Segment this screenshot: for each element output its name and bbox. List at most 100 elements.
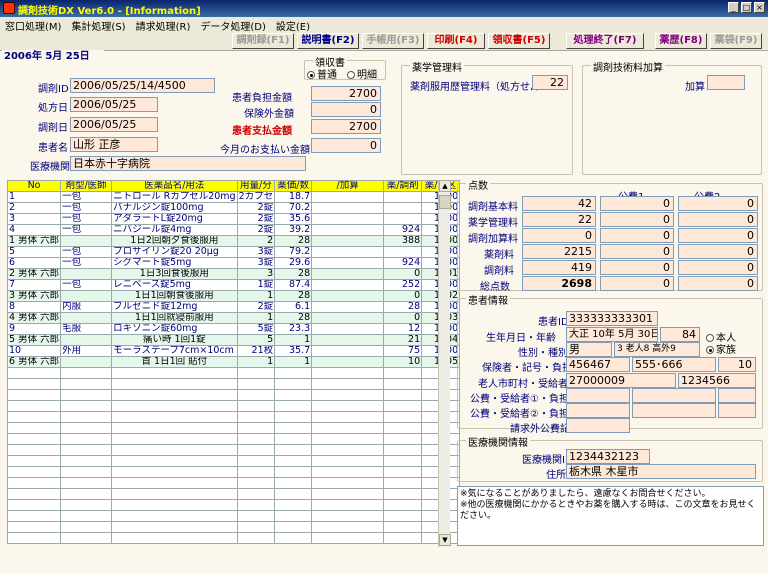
receipt-opt-detail[interactable]: 明細 <box>347 66 377 81</box>
empty-row[interactable] <box>6 367 461 379</box>
medicine-bag-button[interactable]: 薬袋(F9) <box>710 33 762 49</box>
pub1-field[interactable] <box>566 388 630 403</box>
points-pub2[interactable]: 0 <box>678 196 758 211</box>
table-row[interactable]: 3 男体 六郎1日1回朝食後服用12801502 <box>6 290 461 302</box>
scroll-down-icon[interactable]: ▼ <box>439 534 451 546</box>
pub1-burden-field[interactable] <box>718 388 756 403</box>
table-row[interactable]: 7一包レニベース錠5mg1錠87.42521000 <box>6 279 461 291</box>
points-value[interactable]: 42 <box>522 196 596 211</box>
points-pub1[interactable]: 0 <box>600 196 674 211</box>
sex-field[interactable]: 男 <box>566 342 612 357</box>
rx-table-scrollbar[interactable]: ▲ ▼ <box>438 180 451 547</box>
empty-row[interactable] <box>6 455 461 467</box>
kind-field[interactable]: 3 老人8 高外9 <box>614 342 700 357</box>
table-row[interactable]: 4 男体 六郎1日1回就寝前服用12801203 <box>6 312 461 324</box>
table-row[interactable]: 1 男体 六郎1日2回朝夕食後服用2283881500 <box>6 235 461 247</box>
table-row[interactable]: 3一包アダラートL錠20mg2錠35.61000 <box>6 213 461 225</box>
rx-date-field[interactable]: 2006/05/25 <box>70 97 158 112</box>
insurer-field[interactable]: 456467 <box>566 357 630 372</box>
points-pub1[interactable]: 0 <box>600 276 674 291</box>
inst-addr-field[interactable]: 栃木県 木星市 <box>566 464 756 479</box>
col-add[interactable]: /加算 <box>311 180 385 192</box>
table-row[interactable]: 6一包シグマート錠5mg3錠29.69241000 <box>6 257 461 269</box>
dispense-record-button[interactable]: 調剤録(F1) <box>232 33 294 49</box>
table-row[interactable]: 1一包ニトロール Rカプセル20mg2カプセ18.71000 <box>6 191 461 203</box>
scroll-thumb[interactable] <box>439 195 451 209</box>
dob-field[interactable]: 大正 10年 5月 30日 <box>566 327 658 342</box>
empty-row[interactable] <box>6 400 461 412</box>
scroll-up-icon[interactable]: ▲ <box>439 180 451 192</box>
burden-field[interactable]: 2700 <box>311 86 381 101</box>
points-pub2[interactable]: 0 <box>678 212 758 227</box>
extra-pub-field[interactable] <box>566 418 630 433</box>
pub1-rec-field[interactable] <box>632 388 716 403</box>
empty-row[interactable] <box>6 466 461 478</box>
table-row[interactable]: 4一包ニバジール錠4mg2錠39.29241000 <box>6 224 461 236</box>
points-pub1[interactable]: 0 <box>600 244 674 259</box>
receipt-opt-normal[interactable]: 普通 <box>307 66 337 81</box>
empty-row[interactable] <box>6 477 461 489</box>
empty-row[interactable] <box>6 444 461 456</box>
empty-row[interactable] <box>6 378 461 390</box>
col-form[interactable]: 剤型/医師 <box>60 180 113 192</box>
points-value[interactable]: 2698 <box>522 276 596 291</box>
col-dose[interactable]: 用量/分 <box>236 180 276 192</box>
table-row[interactable]: 9毛服ロキソニン錠60mg5錠23.3121000 <box>6 323 461 335</box>
empty-row[interactable] <box>6 389 461 401</box>
table-row[interactable]: 5一包プロサイリン錠20 20μg3錠79.21000 <box>6 246 461 258</box>
empty-row[interactable] <box>6 532 461 544</box>
elder-rec-field[interactable]: 1234566 <box>678 373 756 388</box>
col-no[interactable]: No <box>6 180 62 192</box>
pub2-rec-field[interactable] <box>632 403 716 418</box>
points-value[interactable]: 419 <box>522 260 596 275</box>
relation-family[interactable]: 家族 <box>706 341 736 356</box>
empty-row[interactable] <box>6 411 461 423</box>
noninsured-field[interactable]: 0 <box>311 102 381 117</box>
table-row[interactable]: 2一包パナルジン錠100mg2錠70.21000 <box>6 202 461 214</box>
minimize-icon[interactable]: _ <box>728 2 739 13</box>
pub2-field[interactable] <box>566 403 630 418</box>
empty-row[interactable] <box>6 488 461 500</box>
empty-row[interactable] <box>6 433 461 445</box>
points-pub1[interactable]: 0 <box>600 228 674 243</box>
pay-field[interactable]: 2700 <box>311 119 381 134</box>
points-pub1[interactable]: 0 <box>600 260 674 275</box>
empty-row[interactable] <box>6 521 461 533</box>
points-pub2[interactable]: 0 <box>678 228 758 243</box>
elder-town-field[interactable]: 27000009 <box>566 373 676 388</box>
empty-row[interactable] <box>6 499 461 511</box>
col-fee[interactable]: 薬/調剤 <box>383 180 423 192</box>
points-pub2[interactable]: 0 <box>678 276 758 291</box>
insurer-burden-field[interactable]: 10 <box>718 357 756 372</box>
dispense-id-field[interactable]: 2006/05/25/14/4500 <box>70 78 215 93</box>
finish-button[interactable]: 処理終了(F7) <box>566 33 644 49</box>
inst-id-field[interactable]: 1234432123 <box>566 449 650 464</box>
table-row[interactable]: 2 男体 六郎1日3回食後服用32801501 <box>6 268 461 280</box>
patient-name-field[interactable]: 山形 正彦 <box>70 137 158 152</box>
points-value[interactable]: 2215 <box>522 244 596 259</box>
close-icon[interactable]: × <box>754 2 765 13</box>
dispense-date-field[interactable]: 2006/05/25 <box>70 117 158 132</box>
table-row[interactable]: 5 男体 六郎痛い時 1回1錠51211104 <box>6 334 461 346</box>
add-field[interactable] <box>707 75 745 90</box>
history-mgmt-field[interactable]: 22 <box>532 75 568 90</box>
points-value[interactable]: 0 <box>522 228 596 243</box>
receipt-button[interactable]: 領収書(F5) <box>488 33 550 49</box>
age-field[interactable]: 84 <box>660 327 700 342</box>
empty-row[interactable] <box>6 422 461 434</box>
institution-field[interactable]: 日本赤十字病院 <box>70 156 306 171</box>
patient-id-field[interactable]: 333333333301 <box>566 311 658 326</box>
col-price[interactable]: 薬価/数 <box>274 180 313 192</box>
medication-history-button[interactable]: 薬歴(F8) <box>655 33 707 49</box>
table-row[interactable]: 6 男体 六郎首 1日1回 貼付11101105 <box>6 356 461 368</box>
points-pub1[interactable]: 0 <box>600 212 674 227</box>
maximize-icon[interactable]: □ <box>741 2 752 13</box>
table-row[interactable]: 10外用モーラステープ7cm×10cm21枚35.7751000 <box>6 345 461 357</box>
print-button[interactable]: 印刷(F4) <box>427 33 485 49</box>
pub2-burden-field[interactable] <box>718 403 756 418</box>
col-drug[interactable]: 医薬品名/用法 <box>111 180 238 192</box>
explanation-button[interactable]: 説明書(F2) <box>297 33 359 49</box>
points-value[interactable]: 22 <box>522 212 596 227</box>
symbol-field[interactable]: 555･666 <box>632 357 716 372</box>
notice-textarea[interactable]: ※気になることがありましたら、遠慮なくお問合せください。 ※他の医療機関にかかる… <box>457 486 764 546</box>
